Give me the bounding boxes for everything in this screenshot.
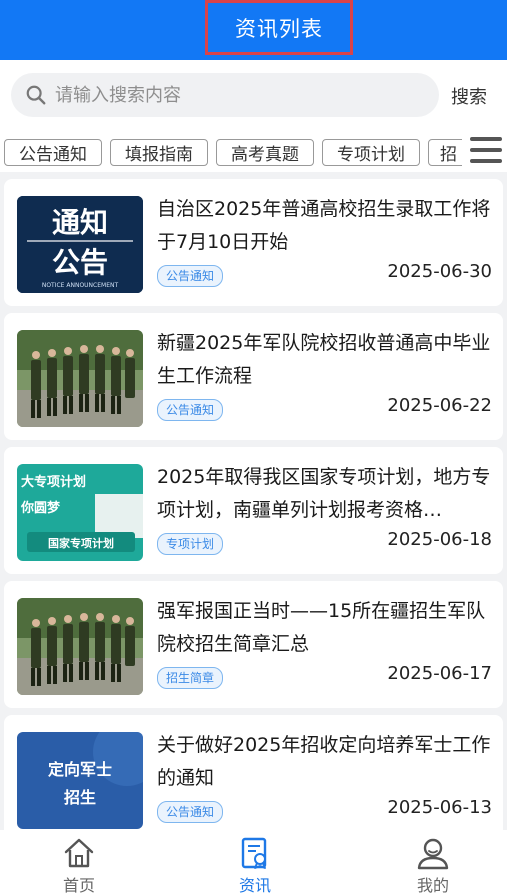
article-tag: 招生简章 <box>157 667 224 689</box>
search-area: 搜索 <box>0 60 507 136</box>
search-input[interactable] <box>53 83 417 107</box>
category-tabs: 公告通知 填报指南 高考真题 专项计划 招 <box>0 136 507 172</box>
article-card[interactable]: 定向军士 招生 关于做好2025年招收定向培养军士工作的通知 公告通知 2025… <box>4 715 503 830</box>
article-thumbnail-special-plan: 大专项计划 你圆梦 国家专项计划 <box>17 464 143 561</box>
menu-icon[interactable] <box>470 137 502 167</box>
svg-text:NOTICE ANNOUNCEMENT: NOTICE ANNOUNCEMENT <box>42 282 119 289</box>
article-date: 2025-06-17 <box>387 663 492 684</box>
svg-text:国家专项计划: 国家专项计划 <box>48 536 114 550</box>
article-tag: 公告通知 <box>157 801 224 823</box>
tabbar-news[interactable]: 资讯 <box>210 836 300 896</box>
news-icon <box>241 837 267 869</box>
article-card[interactable]: 大专项计划 你圆梦 国家专项计划 2025年取得我区国家专项计划，地方专项计划，… <box>4 447 503 574</box>
article-thumbnail-nco: 定向军士 招生 <box>17 732 143 829</box>
profile-icon <box>417 838 449 870</box>
article-date: 2025-06-22 <box>387 395 492 416</box>
article-date: 2025-06-30 <box>387 261 492 282</box>
top-header: 资讯列表 <box>0 0 507 60</box>
tabbar-news-label: 资讯 <box>238 876 271 895</box>
search-button[interactable]: 搜索 <box>451 83 487 109</box>
article-card[interactable]: 通知 公告 NOTICE ANNOUNCEMENT 自治区2025年普通高校招生… <box>4 179 503 306</box>
bottom-tabbar: 首页 资讯 我的 <box>0 830 507 896</box>
tabbar-profile-label: 我的 <box>416 876 449 895</box>
article-tag: 专项计划 <box>157 533 224 555</box>
article-card[interactable]: 新疆2025年军队院校招收普通高中毕业生工作流程 公告通知 2025-06-22 <box>4 313 503 440</box>
header-title-box: 资讯列表 <box>205 0 353 55</box>
search-icon <box>26 85 46 105</box>
article-date: 2025-06-18 <box>387 529 492 550</box>
article-card[interactable]: 强军报国正当时——15所在疆招生军队院校招生简章汇总 招生简章 2025-06-… <box>4 581 503 708</box>
article-title: 关于做好2025年招收定向培养军士工作的通知 <box>157 734 491 789</box>
article-title: 新疆2025年军队院校招收普通高中毕业生工作流程 <box>157 332 491 387</box>
svg-text:你圆梦: 你圆梦 <box>20 500 61 516</box>
svg-text:定向军士: 定向军士 <box>47 760 112 779</box>
svg-text:通知: 通知 <box>52 206 108 239</box>
article-title: 强军报国正当时——15所在疆招生军队院校招生简章汇总 <box>157 600 486 655</box>
article-list: 通知 公告 NOTICE ANNOUNCEMENT 自治区2025年普通高校招生… <box>0 172 507 830</box>
tab-gaokao[interactable]: 高考真题 <box>216 139 314 166</box>
tab-gonggao[interactable]: 公告通知 <box>4 139 102 166</box>
tabbar-home-label: 首页 <box>62 876 95 895</box>
article-date: 2025-06-13 <box>387 797 492 818</box>
page-title: 资讯列表 <box>235 16 323 41</box>
article-thumbnail-notice: 通知 公告 NOTICE ANNOUNCEMENT <box>17 196 143 293</box>
tab-tianbao[interactable]: 填报指南 <box>110 139 208 166</box>
article-title: 自治区2025年普通高校招生录取工作将于7月10日开始 <box>157 198 491 253</box>
article-title: 2025年取得我区国家专项计划，地方专项计划，南疆单列计划报考资格… <box>157 466 491 521</box>
tabbar-home[interactable]: 首页 <box>34 836 124 896</box>
tab-zhuanxiang[interactable]: 专项计划 <box>322 139 420 166</box>
article-thumbnail-soldiers <box>17 598 143 695</box>
article-tag: 公告通知 <box>157 399 224 421</box>
home-icon <box>64 838 94 868</box>
svg-text:公告: 公告 <box>52 246 108 279</box>
article-tag: 公告通知 <box>157 265 224 287</box>
svg-text:大专项计划: 大专项计划 <box>21 474 86 490</box>
tabbar-profile[interactable]: 我的 <box>388 836 478 896</box>
article-thumbnail-soldiers <box>17 330 143 427</box>
search-box[interactable] <box>11 73 439 117</box>
svg-text:招生: 招生 <box>64 788 96 807</box>
